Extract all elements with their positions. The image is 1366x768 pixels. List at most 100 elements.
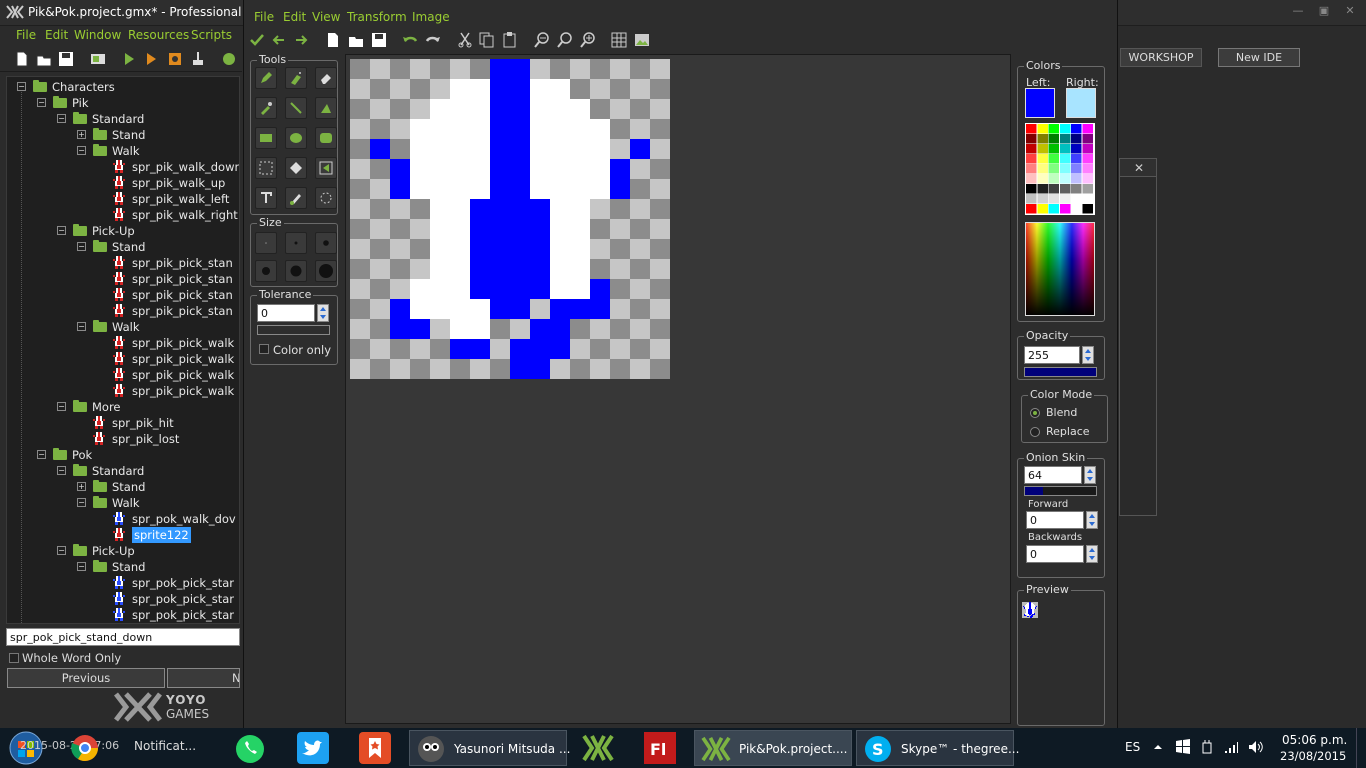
sprite-canvas[interactable] — [350, 59, 670, 379]
line-tool[interactable] — [285, 97, 307, 119]
tree-folder[interactable]: − Walk — [7, 143, 239, 159]
show-hidden-icons-icon[interactable] — [1153, 742, 1163, 752]
taskbar-skype[interactable]: S Skype™ - thegree... — [856, 730, 1019, 766]
magic-wand-tool[interactable] — [285, 157, 307, 179]
tree-sprite-item[interactable]: spr_pok_pick_star — [7, 607, 239, 623]
editor-menu-image[interactable]: Image — [412, 10, 450, 24]
open-image-icon[interactable] — [347, 31, 365, 49]
opacity-spinner[interactable] — [1082, 346, 1094, 364]
tree-sprite-item[interactable]: spr_pik_walk_right — [7, 207, 239, 223]
tree-folder[interactable]: − Walk — [7, 495, 239, 511]
chrome-icon[interactable] — [70, 733, 100, 763]
tree-folder[interactable]: − Pick-Up — [7, 543, 239, 559]
copy-icon[interactable] — [478, 31, 496, 49]
tree-sprite-item[interactable]: spr_pik_lost — [7, 431, 239, 447]
gamemaker-taskbar-icon[interactable] — [582, 734, 614, 762]
color-palette[interactable] — [1025, 123, 1095, 215]
paste-icon[interactable] — [501, 31, 519, 49]
workshop-button[interactable]: WORKSHOP — [1120, 48, 1202, 67]
tree-sprite-item[interactable]: spr_pik_pick_walk — [7, 367, 239, 383]
run-icon[interactable] — [121, 51, 137, 67]
collapse-icon[interactable]: − — [57, 546, 66, 555]
collapse-icon[interactable]: − — [57, 226, 66, 235]
editor-menu-edit[interactable]: Edit — [283, 10, 306, 24]
close-icon[interactable]: ✕ — [1134, 161, 1144, 175]
tree-folder[interactable]: − Stand — [7, 559, 239, 575]
save-image-icon[interactable] — [370, 31, 388, 49]
tree-folder[interactable]: + Stand — [7, 479, 239, 495]
replace-color-tool[interactable] — [285, 187, 307, 209]
bookmark-app-icon[interactable] — [359, 732, 391, 764]
tree-folder[interactable]: − Pik — [7, 95, 239, 111]
whole-word-checkbox[interactable] — [9, 653, 19, 663]
forward-input[interactable] — [1026, 511, 1084, 529]
editor-menu-transform[interactable]: Transform — [347, 10, 407, 24]
debug-icon[interactable] — [143, 51, 159, 67]
open-project-icon[interactable] — [36, 51, 52, 67]
menu-resources[interactable]: Resources — [128, 28, 189, 42]
size-4-button[interactable] — [255, 260, 277, 282]
editor-menu-view[interactable]: View — [312, 10, 340, 24]
expand-icon[interactable]: + — [77, 130, 86, 139]
image-background-icon[interactable] — [633, 31, 651, 49]
eraser-tool[interactable] — [315, 67, 337, 89]
tree-sprite-item[interactable]: spr_pok_pick_star — [7, 591, 239, 607]
tree-sprite-item[interactable]: spr_pik_walk_left — [7, 191, 239, 207]
opacity-slider[interactable] — [1024, 367, 1097, 377]
new-ide-button[interactable]: New IDE — [1218, 48, 1300, 67]
tree-folder[interactable]: − More — [7, 399, 239, 415]
zoom-out-icon[interactable] — [533, 31, 551, 49]
spray-tool[interactable] — [285, 67, 307, 89]
new-image-icon[interactable] — [324, 31, 342, 49]
whatsapp-icon[interactable] — [234, 733, 266, 765]
zoom-in-icon[interactable] — [579, 31, 597, 49]
expand-icon[interactable]: + — [77, 482, 86, 491]
taskbar-media-player[interactable]: Yasunori Mitsuda ... — [409, 730, 570, 766]
onion-skin-spinner[interactable] — [1084, 466, 1096, 484]
minimize-icon[interactable]: — — [1288, 4, 1308, 18]
cut-icon[interactable] — [456, 31, 474, 49]
previous-button[interactable]: Previous — [7, 668, 165, 688]
tree-sprite-item[interactable]: spr_pik_walk_up — [7, 175, 239, 191]
tree-folder[interactable]: − Standard — [7, 111, 239, 127]
replace-radio[interactable] — [1030, 427, 1040, 437]
size-2-button[interactable] — [285, 232, 307, 254]
collapse-icon[interactable]: − — [57, 402, 66, 411]
confirm-icon[interactable] — [248, 31, 266, 49]
menu-edit[interactable]: Edit — [45, 28, 68, 42]
blend-radio[interactable] — [1030, 408, 1040, 418]
ellipse-tool[interactable] — [285, 127, 307, 149]
select-region-tool[interactable] — [255, 157, 277, 179]
collapse-icon[interactable]: − — [37, 450, 46, 459]
next-button[interactable]: N — [167, 668, 240, 688]
volume-icon[interactable] — [1247, 739, 1265, 755]
undo-icon[interactable] — [401, 31, 419, 49]
tree-sprite-item[interactable]: spr_pik_pick_stan — [7, 303, 239, 319]
size-3-button[interactable] — [315, 232, 337, 254]
collapse-icon[interactable]: − — [77, 562, 86, 571]
ellipse-select-tool[interactable] — [315, 187, 337, 209]
next-frame-icon[interactable] — [292, 31, 310, 49]
rectangle-tool[interactable] — [255, 127, 277, 149]
tree-sprite-item[interactable]: spr_pik_pick_stan — [7, 271, 239, 287]
color-only-checkbox[interactable] — [259, 344, 269, 354]
clock-date[interactable]: 23/08/2015 — [1280, 749, 1346, 763]
save-icon[interactable] — [58, 51, 74, 67]
tolerance-slider[interactable] — [257, 325, 330, 335]
tolerance-input[interactable] — [257, 304, 315, 322]
fill-tool[interactable] — [315, 97, 337, 119]
tree-folder[interactable]: − Standard — [7, 463, 239, 479]
onion-skin-slider[interactable] — [1024, 486, 1097, 496]
onion-skin-input[interactable] — [1024, 466, 1082, 484]
tree-folder[interactable]: − Pok — [7, 447, 239, 463]
menu-window[interactable]: Window — [74, 28, 121, 42]
tree-sprite-item[interactable]: spr_pok_pick_star — [7, 575, 239, 591]
whole-word-only-toggle[interactable]: Whole Word Only — [6, 650, 240, 666]
clock-time[interactable]: 05:06 p.m. — [1282, 733, 1347, 747]
canvas-area[interactable] — [345, 54, 1011, 724]
search-input[interactable] — [6, 628, 240, 646]
tree-sprite-item[interactable]: spr_pik_hit — [7, 415, 239, 431]
tree-sprite-item[interactable]: sprite122 — [7, 527, 239, 543]
collapse-icon[interactable]: − — [17, 82, 26, 91]
text-tool[interactable] — [255, 187, 277, 209]
